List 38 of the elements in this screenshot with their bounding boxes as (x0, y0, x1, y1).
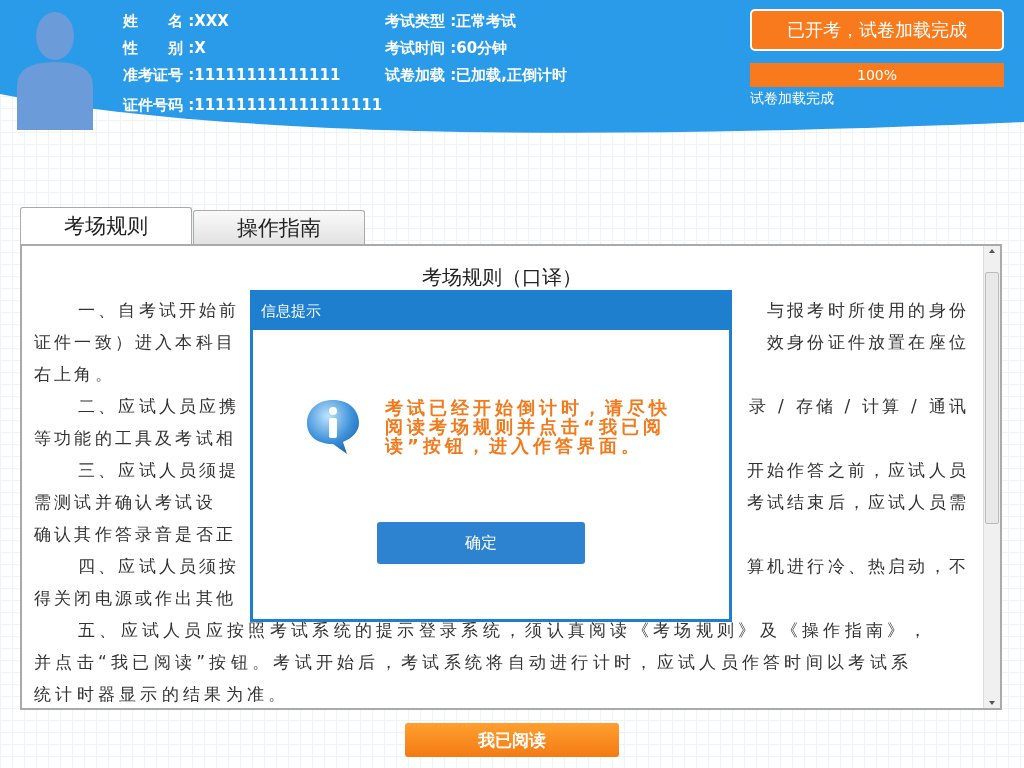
rule-text: 右上角。 (34, 363, 115, 386)
info-field: 考试时间 :60分钟 (385, 35, 567, 62)
rule-text: 与报考时所使用的身份 (767, 299, 969, 322)
info-field: 试卷加载 :已加载,正倒计时 (385, 62, 567, 89)
rule-text: 三、应试人员须提 (78, 459, 240, 482)
rule-text: 一、自考试开始前 (78, 299, 240, 322)
exam-status-button[interactable]: 已开考，试卷加载完成 (750, 9, 1004, 51)
info-field: 考试类型 :正常考试 (385, 8, 567, 35)
rule-text: 确认其作答录音是否正 (34, 523, 236, 546)
rule-text: 考试结束后，应试人员需 (746, 491, 969, 514)
rule-text: 二、应试人员应携 (78, 395, 240, 418)
tab[interactable]: 操作指南 (193, 210, 365, 244)
rule-text: 四、应试人员须按 (78, 555, 240, 578)
rule-text: 等功能的工具及考试相 (34, 427, 236, 450)
read-confirm-button[interactable]: 我已阅读 (405, 723, 619, 757)
rule-text: 得关闭电源或作出其他 (34, 587, 236, 610)
info-field: 证件号码 :111111111111111111 (123, 92, 385, 119)
rule-text: 录 / 存储 / 计算 / 通讯 (749, 395, 969, 418)
dialog-message: 考试已经开始倒计时，请尽快阅读考场规则并点击“我已阅读”按钮，进入作答界面。 (385, 397, 672, 455)
rule-text: 需测试并确认考试设 (34, 491, 216, 514)
info-field: 准考证号 :11111111111111 (123, 62, 385, 89)
rule-text: 算机进行冷、热启动，不 (746, 555, 969, 578)
rule-text: 效身份证件放置在座位 (767, 331, 969, 354)
rule-text: 五、应试人员应按照考试系统的提示登录系统，须认真阅读《考场规则》及《操作指南》， (78, 619, 930, 642)
load-caption: 试卷加载完成 (750, 90, 835, 108)
progress-reading: 100% (856, 66, 898, 85)
rule-text: 证件一致）进入本科目 (34, 331, 236, 354)
tab[interactable]: 考场规则 (20, 207, 192, 244)
info-field: 性 别 :X (123, 35, 385, 62)
dialog-title: 信息提示 (261, 302, 321, 320)
info-field: 姓 名 :XXX (123, 8, 385, 35)
document-title: 考场规则（口译） (421, 265, 582, 289)
rule-text: 并点击“我已阅读”按钮。考试开始后，考试系统将自动进行计时，应试人员作答时间以考试系 (34, 651, 913, 674)
avatar-icon (17, 10, 93, 130)
scrollbar[interactable] (983, 246, 1000, 708)
rule-text: 统计时器显示的结果为准。 (34, 683, 290, 706)
ok-button[interactable]: 确定 (377, 522, 585, 564)
rule-text: 开始作答之前，应试人员 (746, 459, 969, 482)
